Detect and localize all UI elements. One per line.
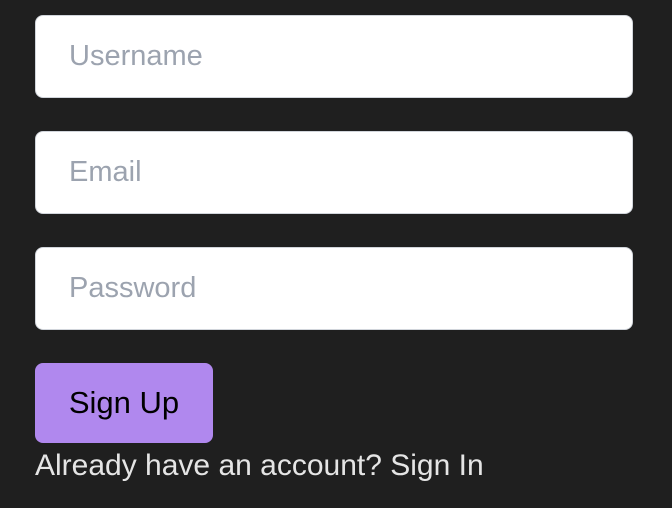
username-input[interactable] (35, 15, 633, 98)
sign-in-link[interactable]: Sign In (390, 449, 483, 482)
signin-prompt-text: Already have an account? (35, 449, 382, 482)
sign-up-button[interactable]: Sign Up (35, 363, 213, 443)
password-input[interactable] (35, 247, 633, 330)
email-input[interactable] (35, 131, 633, 214)
signin-prompt: Already have an account? Sign In (35, 449, 484, 483)
